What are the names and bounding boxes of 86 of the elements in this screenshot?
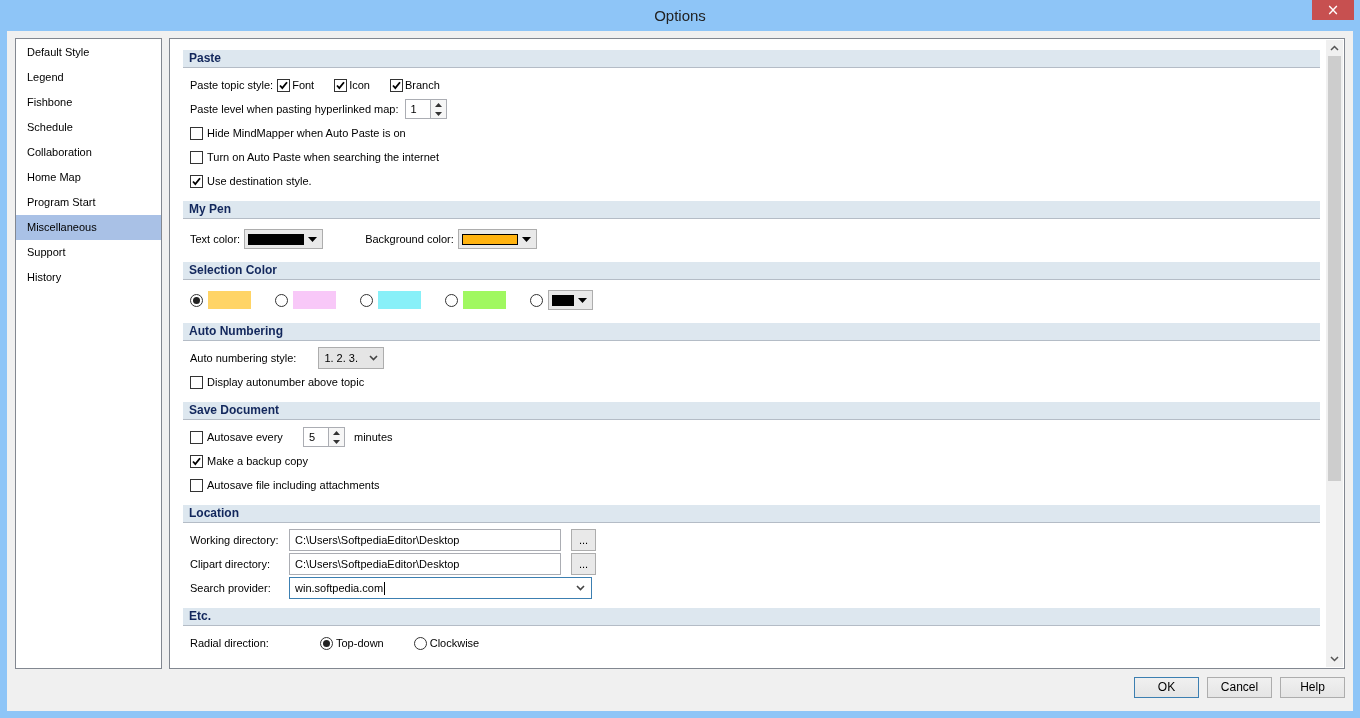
dialog-button[interactable]: OK: [1134, 676, 1199, 698]
category-item[interactable]: Collaboration: [16, 140, 161, 165]
scroll-down-icon[interactable]: [1330, 656, 1339, 662]
browse-button[interactable]: ...: [571, 553, 596, 575]
chevron-down-icon: [576, 585, 585, 591]
color-dropdown[interactable]: [548, 290, 593, 310]
checkbox[interactable]: [190, 478, 203, 492]
number-field[interactable]: 5: [303, 427, 329, 447]
combo-box[interactable]: win.softpedia.com: [289, 577, 592, 599]
checkbox-label[interactable]: Font: [292, 79, 315, 91]
checkbox-label[interactable]: Branch: [404, 79, 440, 91]
radio-button[interactable]: [413, 636, 427, 650]
color-dropdown[interactable]: [244, 229, 324, 249]
radio-label[interactable]: Top-down: [336, 637, 384, 649]
field-label: Radial direction:: [190, 637, 270, 649]
checkbox-label[interactable]: Hide MindMapper when Auto Paste is on: [207, 127, 406, 139]
checkbox-label[interactable]: Use destination style.: [207, 175, 312, 187]
caret-icon: [308, 236, 318, 242]
numbering-dropdown[interactable]: 1. 2. 3.: [318, 347, 385, 369]
dialog-button[interactable]: Help: [1280, 676, 1345, 698]
checkbox-label[interactable]: Autosave file including attachments: [207, 479, 380, 491]
scrollbar-thumb[interactable]: [1328, 56, 1341, 481]
field-label: Paste topic style:: [190, 79, 274, 91]
category-item[interactable]: Support: [16, 240, 161, 265]
radio-button[interactable]: [320, 636, 333, 650]
color-swatch[interactable]: [293, 291, 336, 309]
checkbox-label[interactable]: Display autonumber above topic: [207, 376, 365, 388]
checkbox[interactable]: [190, 375, 203, 389]
color-dropdown[interactable]: [457, 229, 537, 249]
color-swatch[interactable]: [378, 291, 421, 309]
checkbox-label[interactable]: Autosave every: [207, 431, 297, 443]
scrollbar[interactable]: [1326, 40, 1343, 667]
radio-button[interactable]: [190, 293, 203, 307]
section-header: My Pen: [183, 201, 1320, 219]
window-title: Options: [654, 7, 706, 24]
category-item[interactable]: Home Map: [16, 165, 161, 190]
category-item[interactable]: Schedule: [16, 115, 161, 140]
caret-icon: [578, 297, 587, 303]
radio-button[interactable]: [275, 293, 288, 307]
input-field[interactable]: C:\Users\SoftpediaEditor\Desktop: [289, 529, 561, 551]
category-item[interactable]: Program Start: [16, 190, 161, 215]
close-button[interactable]: ×: [1312, 0, 1354, 20]
section-header: Location: [183, 505, 1320, 523]
section-header: Auto Numbering: [183, 323, 1320, 341]
radio-label[interactable]: Clockwise: [429, 637, 480, 649]
unit-label: minutes: [354, 431, 393, 443]
field-label: Search provider:: [190, 582, 272, 594]
checkbox[interactable]: [277, 78, 291, 92]
section-header: Save Document: [183, 402, 1320, 420]
spinner-buttons[interactable]: [329, 427, 345, 447]
browse-button[interactable]: ...: [571, 529, 596, 551]
caret-icon: [521, 236, 531, 242]
checkbox[interactable]: [389, 78, 403, 92]
scroll-up-icon[interactable]: [1330, 45, 1339, 51]
number-field[interactable]: 1: [404, 99, 431, 119]
category-item[interactable]: History: [16, 265, 161, 290]
chevron-down-icon: [369, 355, 379, 361]
dialog-button[interactable]: Cancel: [1207, 676, 1272, 698]
field-label: Clipart directory:: [190, 558, 272, 570]
checkbox[interactable]: [190, 430, 203, 444]
section-header: Etc.: [183, 608, 1320, 626]
radio-button[interactable]: [530, 293, 543, 307]
category-item[interactable]: Fishbone: [16, 90, 161, 115]
radio-button[interactable]: [445, 293, 458, 307]
checkbox-label[interactable]: Icon: [349, 79, 370, 91]
field-label: Text color:: [190, 233, 241, 245]
field-label: Paste level when pasting hyperlinked map:: [190, 103, 399, 115]
checkbox-label[interactable]: Make a backup copy: [207, 455, 308, 467]
field-label: Working directory:: [190, 534, 280, 546]
checkbox[interactable]: [190, 174, 203, 188]
category-item[interactable]: Miscellaneous: [16, 215, 161, 240]
section-header: Selection Color: [183, 262, 1320, 280]
checkbox[interactable]: [334, 78, 348, 92]
color-swatch[interactable]: [208, 291, 251, 309]
field-label: Background color:: [365, 233, 454, 245]
category-item[interactable]: Legend: [16, 65, 161, 90]
input-field[interactable]: C:\Users\SoftpediaEditor\Desktop: [289, 553, 561, 575]
color-swatch[interactable]: [463, 291, 506, 309]
checkbox[interactable]: [190, 454, 203, 468]
field-label: Auto numbering style:: [190, 352, 297, 364]
section-header: Paste: [183, 50, 1320, 68]
checkbox-label[interactable]: Turn on Auto Paste when searching the internet: [207, 151, 439, 163]
radio-button[interactable]: [360, 293, 373, 307]
category-item[interactable]: Default Style: [16, 40, 161, 65]
checkbox[interactable]: [190, 126, 203, 140]
checkbox[interactable]: [190, 150, 203, 164]
